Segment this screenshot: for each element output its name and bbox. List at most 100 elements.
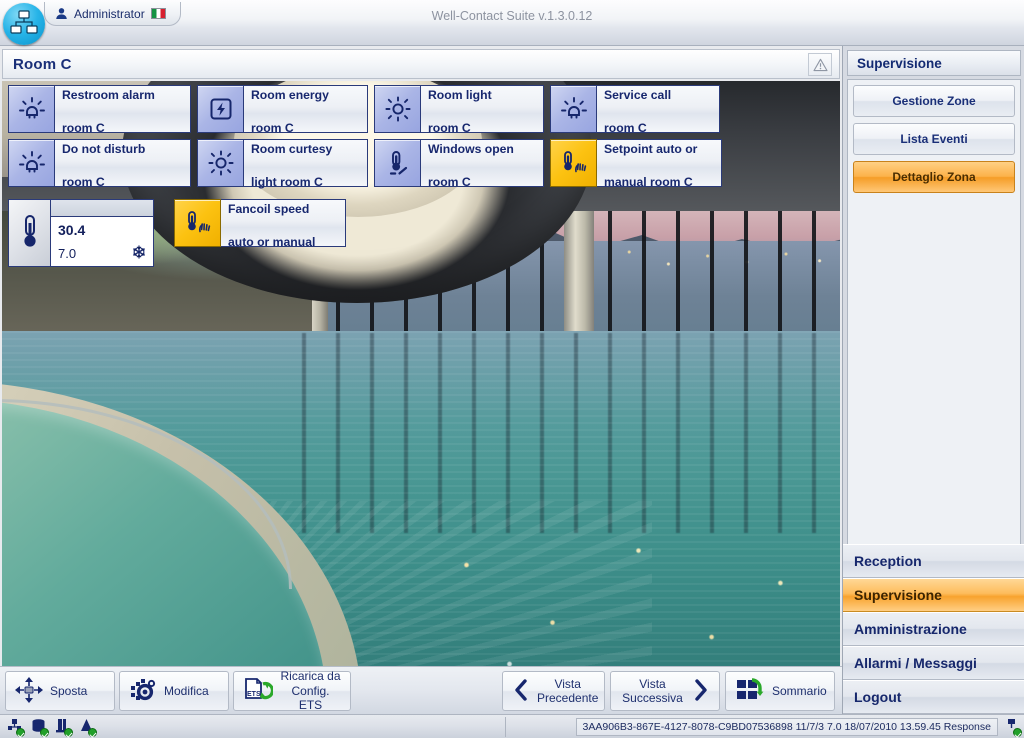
summary-button[interactable]: Sommario	[725, 671, 835, 711]
widget-line2: room C	[428, 174, 471, 189]
alarm-status-icon[interactable]	[78, 718, 97, 737]
widget-line2: manual room C	[604, 174, 693, 189]
nav-item-label: Supervisione	[854, 587, 942, 603]
widget-line2: room C	[604, 120, 647, 135]
nav-item-label: Allarmi / Messaggi	[854, 655, 977, 671]
window-open-icon[interactable]	[374, 139, 421, 187]
database-status-icon[interactable]	[30, 718, 49, 737]
nav-item-amministrazione[interactable]: Amministrazione	[843, 612, 1024, 646]
widget-line1: Fancoil speed	[228, 202, 310, 217]
sidebar-item-label: Dettaglio Zona	[892, 170, 976, 184]
previous-view-button[interactable]: Vista Precedente	[502, 671, 605, 711]
widget-fancoil-speed[interactable]: Fancoil speed auto or manual	[174, 199, 346, 249]
reload-label: Ricarica da Config. ETS	[280, 669, 341, 713]
nav-item-label: Logout	[854, 689, 902, 705]
nav-item-reception[interactable]: Reception	[843, 544, 1024, 578]
sidebar-button-panel: Gestione Zone Lista Eventi Dettaglio Zon…	[847, 79, 1021, 549]
service-call-icon[interactable]	[550, 85, 597, 133]
snowflake-icon	[132, 244, 146, 262]
knx-bus-status-icon[interactable]	[6, 718, 25, 737]
courtesy-light-icon[interactable]	[197, 139, 244, 187]
edit-button[interactable]: Modifica	[119, 671, 229, 711]
widget-room-light[interactable]: Room light room C	[374, 85, 544, 135]
chevron-right-icon	[692, 678, 710, 705]
sidebar-item-dettaglio-zona[interactable]: Dettaglio Zona	[853, 161, 1015, 193]
widget-label: Setpoint auto or manual room C	[597, 139, 722, 189]
lightning-bolt-icon[interactable]	[197, 85, 244, 133]
application-window: Administrator Well-Contact Suite v.1.3.0…	[0, 0, 1024, 738]
thermostat-hand-icon[interactable]	[174, 199, 221, 247]
nav-item-allarmi-messaggi[interactable]: Allarmi / Messaggi	[843, 646, 1024, 680]
status-divider	[505, 717, 506, 737]
widget-row-2: Do not disturb room C Room curtesy light…	[8, 139, 728, 189]
widget-line2: light room C	[251, 174, 323, 189]
status-check-icon	[64, 728, 73, 737]
widget-line2: room C	[62, 120, 105, 135]
room-header-bar: Room C	[2, 49, 840, 79]
widget-restroom-alarm[interactable]: Restroom alarm room C	[8, 85, 191, 135]
widget-line1: Room curtesy	[251, 142, 333, 157]
widget-row-1: Restroom alarm room C Room energy room C…	[8, 85, 726, 135]
chevron-left-icon	[512, 678, 530, 705]
widget-label: Do not disturb room C	[55, 139, 191, 189]
widget-label: Room curtesy light room C	[244, 139, 368, 189]
move-button[interactable]: Sposta	[5, 671, 115, 711]
widget-do-not-disturb[interactable]: Do not disturb room C	[8, 139, 191, 189]
server-status-icon[interactable]	[54, 718, 73, 737]
alarm-light-icon[interactable]	[8, 85, 55, 133]
alarm-light-icon[interactable]	[8, 139, 55, 187]
widget-line1: Service call	[604, 88, 672, 103]
nav-item-logout[interactable]: Logout	[843, 680, 1024, 714]
widget-row-3: Fancoil speed auto or manual	[174, 199, 352, 249]
warning-triangle-icon[interactable]	[808, 53, 832, 76]
widget-label: Windows open room C	[421, 139, 544, 189]
nav-item-supervisione[interactable]: Supervisione	[843, 578, 1024, 612]
summary-label: Sommario	[772, 683, 827, 698]
widget-label: Fancoil speed auto or manual	[221, 199, 346, 249]
status-check-icon	[1013, 728, 1022, 737]
next-view-label: Vista Successiva	[622, 676, 683, 705]
page-title: Room C	[13, 55, 72, 73]
widget-line2: room C	[251, 120, 294, 135]
summary-blocks-icon	[735, 677, 765, 706]
thermostat-hand-icon[interactable]	[550, 139, 597, 187]
temperature-widget[interactable]: 30.4 7.0	[8, 199, 154, 267]
nav-item-label: Reception	[854, 553, 922, 569]
status-message: 3AA906B3-867E-4127-8078-C9BD07536898 11/…	[575, 718, 998, 736]
room-view-image: Restroom alarm room C Room energy room C…	[2, 81, 840, 711]
next-view-button[interactable]: Vista Successiva	[610, 671, 720, 711]
connection-status-icon[interactable]	[1003, 718, 1022, 737]
widget-line1: Room light	[428, 88, 492, 103]
widget-room-energy[interactable]: Room energy room C	[197, 85, 368, 135]
network-computers-icon[interactable]	[3, 3, 45, 45]
sidebar-item-gestione-zone[interactable]: Gestione Zone	[853, 85, 1015, 117]
widget-line1: Windows open	[428, 142, 514, 157]
nav-item-label: Amministrazione	[854, 621, 967, 637]
main-panel: Room C Restroom alarm room C Room energy…	[0, 46, 842, 714]
widget-windows-open[interactable]: Windows open room C	[374, 139, 544, 189]
move-label: Sposta	[50, 683, 88, 698]
status-bar: 3AA906B3-867E-4127-8078-C9BD07536898 11/…	[0, 714, 1024, 738]
widget-line2: room C	[62, 174, 105, 189]
status-check-icon	[16, 728, 25, 737]
widget-line1: Room energy	[251, 88, 329, 103]
temperature-current: 30.4	[58, 221, 86, 238]
widget-service-call[interactable]: Service call room C	[550, 85, 720, 135]
sidebar-item-lista-eventi[interactable]: Lista Eventi	[853, 123, 1015, 155]
temperature-readout: 30.4 7.0	[51, 199, 154, 267]
sidebar-title: Supervisione	[847, 50, 1021, 76]
edit-label: Modifica	[164, 683, 209, 698]
title-bar: Administrator Well-Contact Suite v.1.3.0…	[0, 0, 1024, 46]
status-icon-group	[0, 718, 97, 737]
widget-setpoint-auto-manual[interactable]: Setpoint auto or manual room C	[550, 139, 722, 189]
reload-ets-button[interactable]: ETS Ricarica da Config. ETS	[233, 669, 351, 713]
status-check-icon	[88, 728, 97, 737]
main-navigation: Reception Supervisione Amministrazione A…	[843, 544, 1024, 714]
widget-room-curtesy-light[interactable]: Room curtesy light room C	[197, 139, 368, 189]
ets-refresh-icon: ETS	[243, 676, 274, 707]
thermometer-icon	[8, 199, 51, 267]
room-light-icon[interactable]	[374, 85, 421, 133]
right-sidebar: Supervisione Gestione Zone Lista Eventi …	[842, 46, 1024, 714]
app-title: Well-Contact Suite v.1.3.0.12	[431, 9, 593, 23]
temperature-setpoint-row: 7.0	[51, 242, 153, 266]
